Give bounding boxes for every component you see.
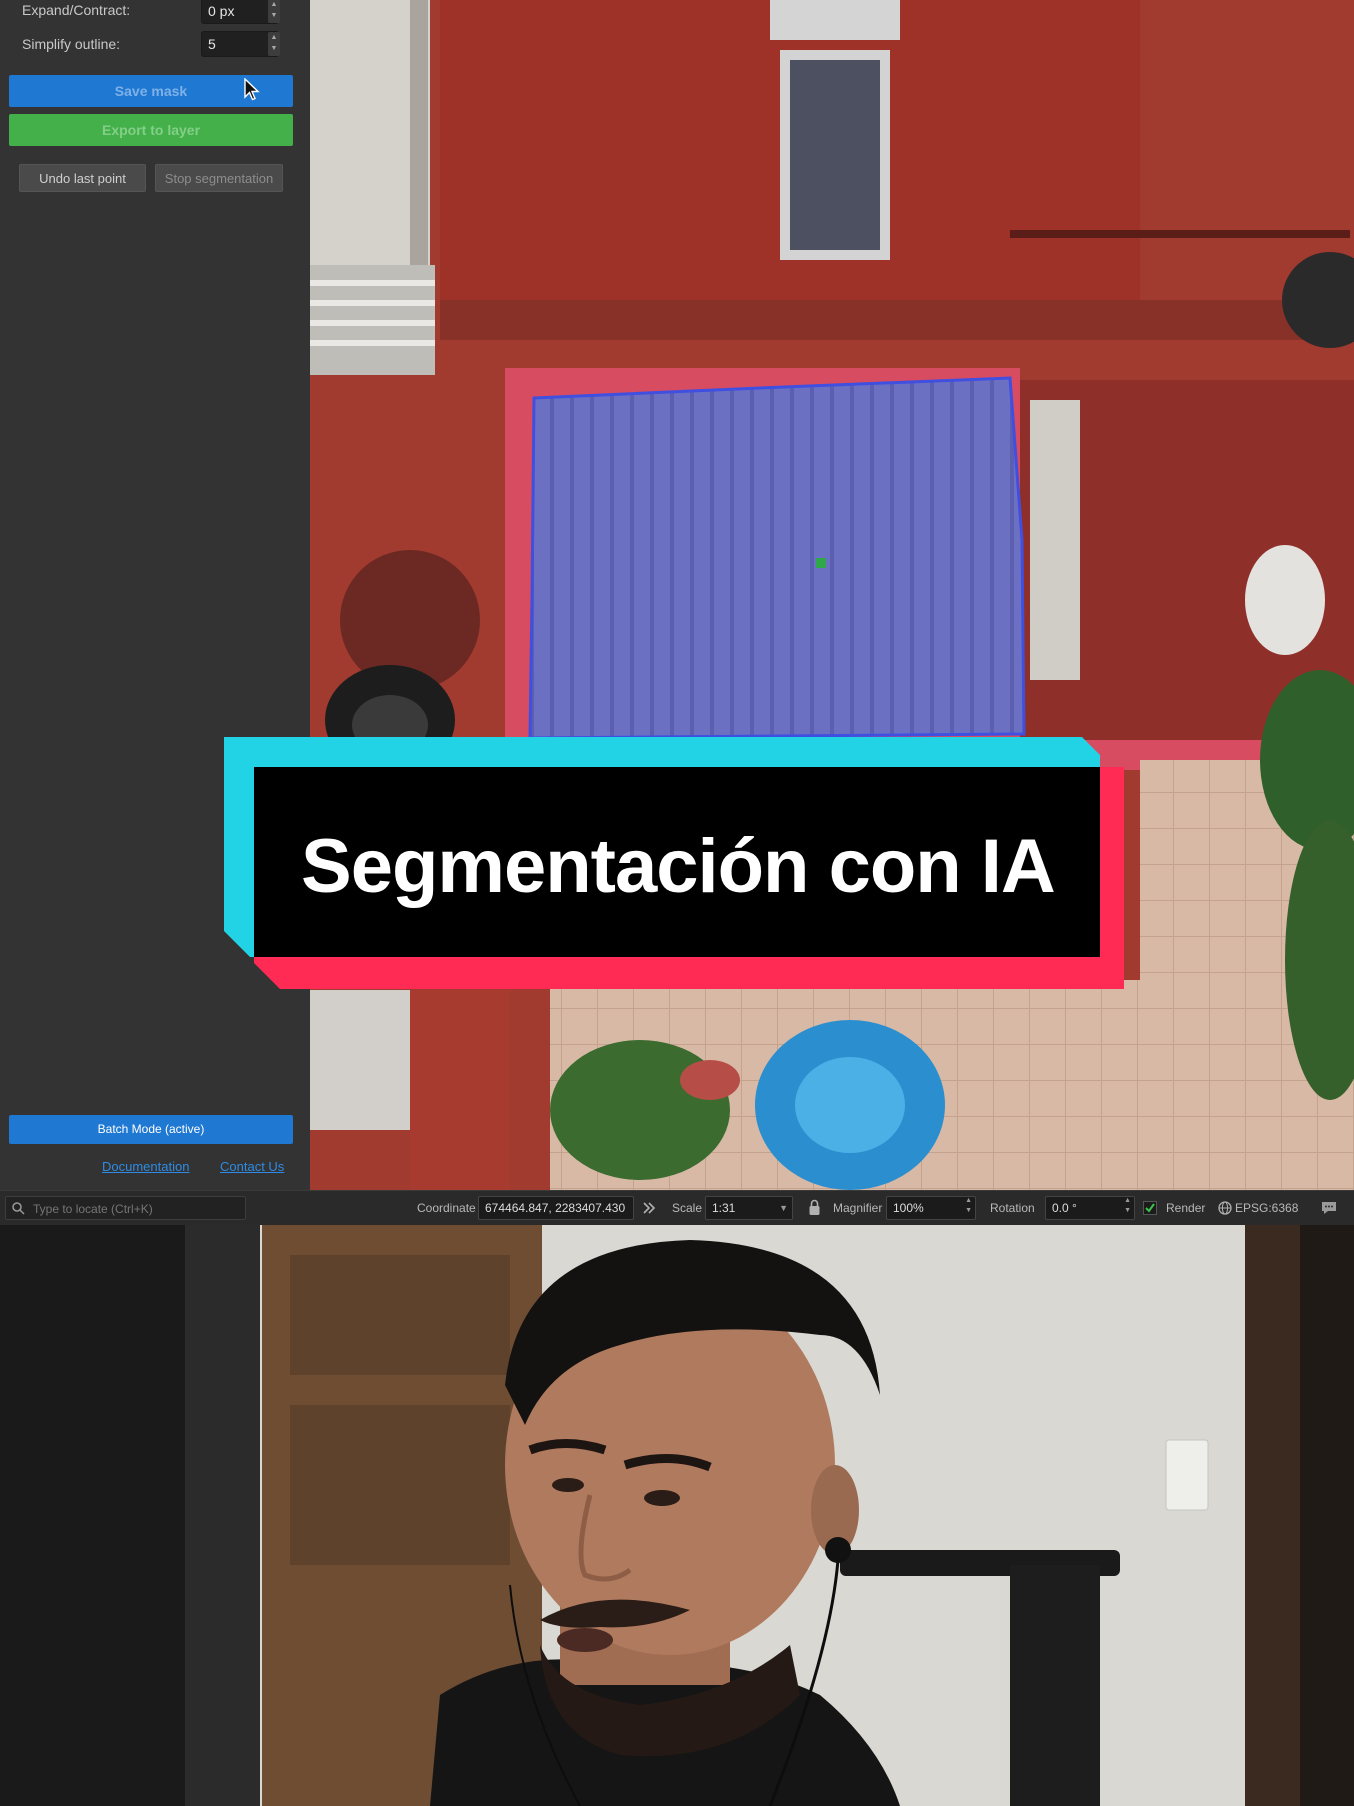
locator-search-input[interactable] (31, 1198, 240, 1220)
rotation-field[interactable]: 0.0 ° ▲ ▼ (1045, 1196, 1135, 1220)
expand-contract-stepper[interactable]: ▲ ▼ (268, 0, 280, 23)
magnifier-field[interactable]: 100% ▲ ▼ (886, 1196, 976, 1220)
map-canvas[interactable] (310, 0, 1354, 1190)
checkbox-checked-icon[interactable] (1143, 1201, 1157, 1215)
documentation-link[interactable]: Documentation (102, 1159, 189, 1174)
coordinate-label: Coordinate (417, 1201, 476, 1215)
coordinate-field[interactable]: 674464.847, 2283407.430 (478, 1196, 634, 1220)
search-icon (12, 1202, 25, 1215)
stop-segmentation-button[interactable]: Stop segmentation (155, 164, 283, 192)
scale-value: 1:31 (712, 1201, 736, 1215)
messages-icon[interactable] (1320, 1200, 1338, 1216)
lock-icon[interactable] (808, 1199, 821, 1216)
aerial-image (310, 0, 1354, 1190)
simplify-outline-stepper[interactable]: ▲ ▼ (268, 32, 280, 56)
globe-icon[interactable] (1218, 1201, 1232, 1215)
video-title: Segmentación con IA (301, 824, 1056, 909)
segmentation-panel: Expand/Contract: 0 px ▲ ▼ Simplify outlin… (0, 0, 310, 1190)
simplify-outline-label: Simplify outline: (22, 36, 121, 52)
scale-label: Scale (672, 1201, 703, 1215)
chevron-down-icon: ▼ (779, 1203, 788, 1213)
locator-search[interactable] (5, 1196, 246, 1220)
rotation-stepper[interactable]: ▲ ▼ (1124, 1196, 1131, 1216)
rotation-value: 0.0 ° (1052, 1201, 1077, 1215)
render-label: Render (1166, 1201, 1206, 1215)
magnifier-label: Magnifier (833, 1201, 883, 1215)
magnifier-stepper[interactable]: ▲ ▼ (965, 1196, 972, 1216)
segmentation-mask (528, 376, 1026, 740)
expand-contract-label: Expand/Contract: (22, 2, 131, 18)
status-bar: Coordinate 674464.847, 2283407.430 Scale… (0, 1190, 1354, 1226)
prompt-point (816, 558, 826, 568)
undo-last-point-button[interactable]: Undo last point (19, 164, 146, 192)
export-to-layer-button[interactable]: Export to layer (9, 114, 293, 146)
webcam-feed (0, 1225, 1354, 1806)
presenter-video (0, 1225, 1354, 1806)
scale-field[interactable]: 1:31 ▼ (705, 1196, 793, 1220)
magnifier-value: 100% (893, 1201, 924, 1215)
batch-mode-button[interactable]: Batch Mode (active) (9, 1115, 293, 1144)
crs-label[interactable]: EPSG:6368 (1235, 1201, 1298, 1215)
cursor-arrow-icon (244, 78, 260, 101)
title-card: Segmentación con IA (224, 737, 1124, 989)
coordinate-toggle-icon[interactable] (641, 1200, 657, 1216)
contact-us-link[interactable]: Contact Us (220, 1159, 284, 1174)
rotation-label: Rotation (990, 1201, 1035, 1215)
